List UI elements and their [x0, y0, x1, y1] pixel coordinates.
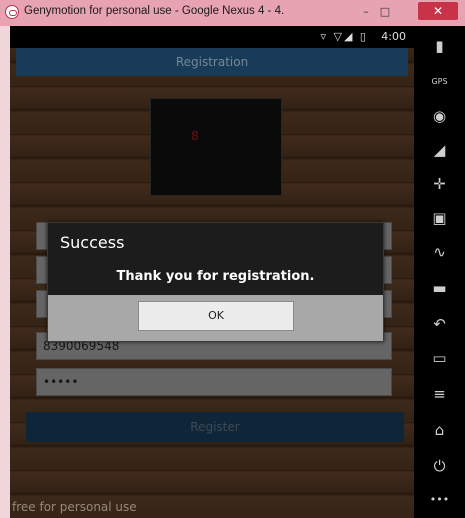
genymotion-logo-icon — [5, 5, 19, 19]
dialog-message: Thank you for registration. — [116, 269, 315, 284]
battery-icon[interactable]: ▮ — [414, 34, 465, 58]
dpad-icon[interactable]: ✛ — [414, 172, 465, 196]
emulator-window: Genymotion for personal use - Google Nex… — [0, 0, 465, 518]
cast-icon[interactable]: ∿ — [414, 240, 465, 264]
status-time: 4:00 — [381, 30, 406, 43]
maximize-button[interactable]: □ — [376, 5, 394, 19]
home-icon[interactable]: ⌂ — [414, 418, 465, 442]
power-icon[interactable]: ⏻ — [414, 454, 465, 478]
dialog-footer: OK — [48, 295, 383, 341]
sms-icon[interactable]: ▬ — [414, 276, 465, 300]
menu-icon[interactable]: ≡ — [414, 382, 465, 406]
android-status-bar: ▿ ▽◢ ▯ 4:00 — [10, 26, 414, 48]
recent-apps-icon[interactable]: ▭ — [414, 346, 465, 370]
back-icon[interactable]: ↶ — [414, 312, 465, 336]
ok-button[interactable]: OK — [138, 301, 294, 331]
emulator-sidebar: ▮ GPS ◉ ◢ ✛ ▣ ∿ ▬ ↶ ▭ ≡ ⌂ ⏻ ••• — [414, 26, 465, 518]
dialog-title: Success — [60, 233, 125, 252]
more-icon[interactable]: ••• — [414, 488, 465, 512]
id-icon[interactable]: ▣ — [414, 206, 465, 230]
title-bar: Genymotion for personal use - Google Nex… — [0, 0, 465, 26]
close-button[interactable]: ✕ — [418, 2, 458, 20]
minimize-button[interactable]: – — [357, 5, 375, 19]
gps-icon[interactable]: GPS — [414, 70, 465, 94]
window-title: Genymotion for personal use - Google Nex… — [24, 5, 285, 17]
remote-control-icon[interactable]: ◢ — [414, 138, 465, 162]
status-icons: ▿ ▽◢ ▯ — [320, 30, 368, 43]
camera-icon[interactable]: ◉ — [414, 104, 465, 128]
success-dialog: Success Thank you for registration. OK — [47, 222, 384, 342]
